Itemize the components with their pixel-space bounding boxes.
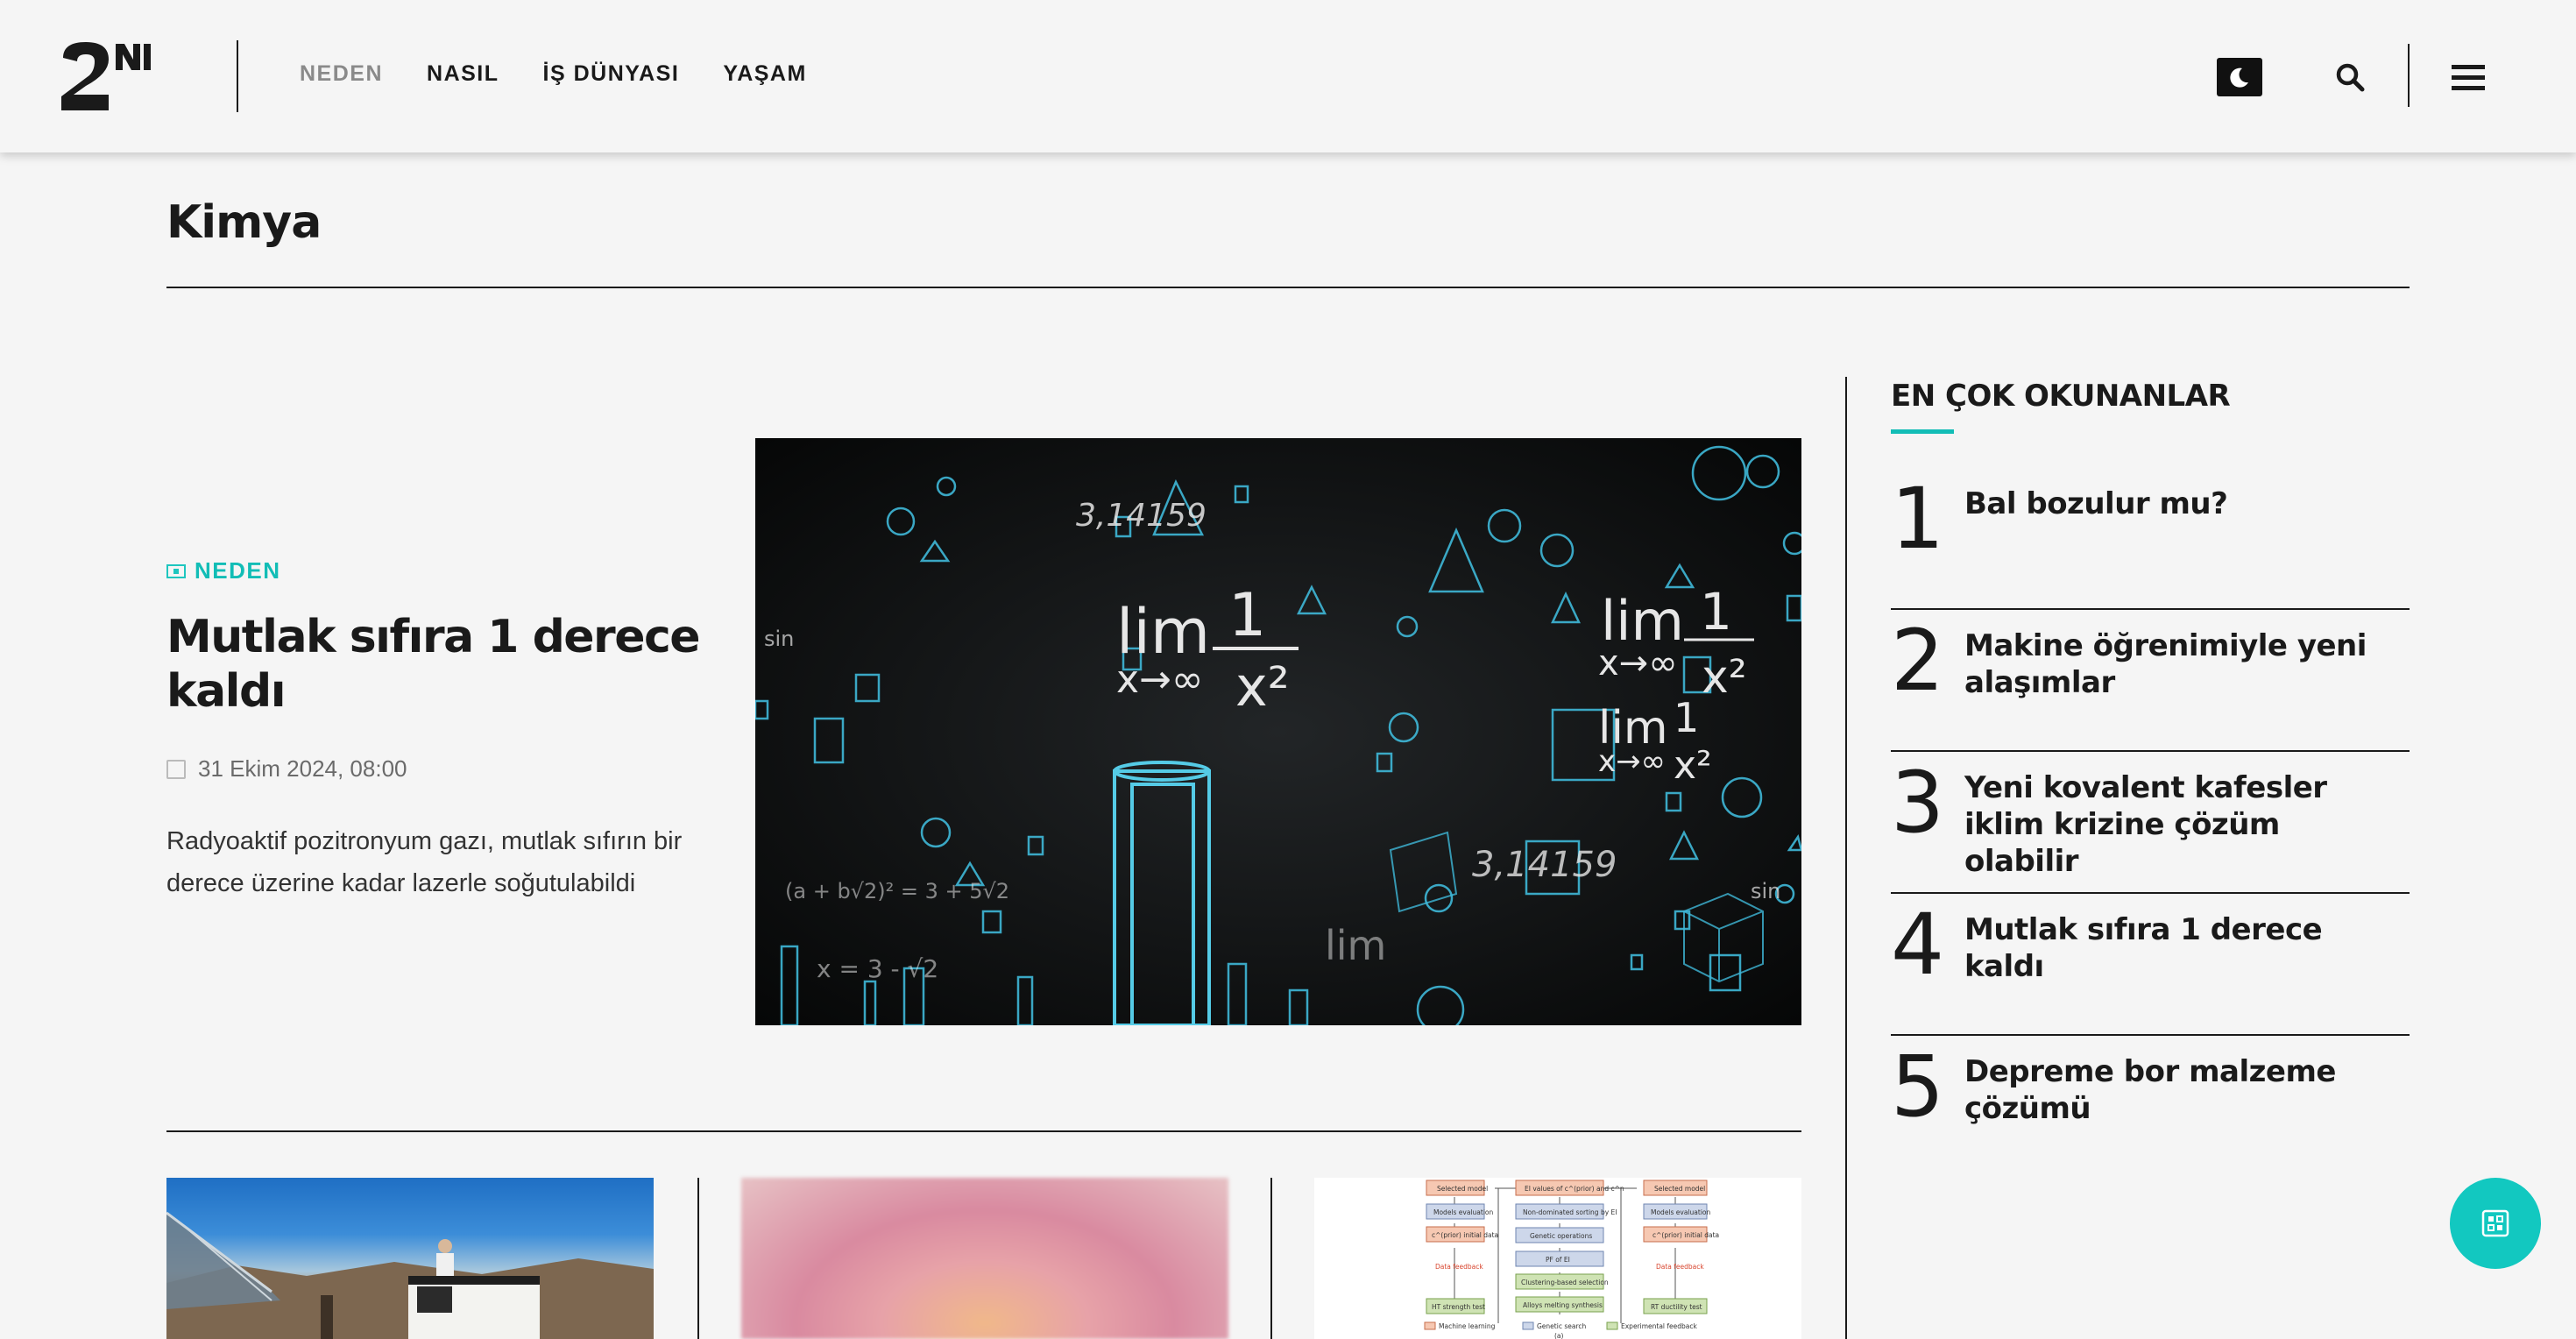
diagram-text: HT strength test xyxy=(1432,1303,1485,1311)
header-divider xyxy=(2408,44,2410,107)
popular-title: Makine öğrenimiyle yeni alaşımlar xyxy=(1964,628,2367,700)
card-divider xyxy=(1270,1178,1272,1339)
math-formula-illustration: lim 1 x→∞ x² lim 1 x→∞ x² lim 1 x→∞ x² 3… xyxy=(755,438,1801,1025)
diagram-text: Genetic operations xyxy=(1530,1232,1592,1240)
popular-item[interactable]: 1 Bal bozulur mu? xyxy=(1891,468,2410,610)
image-text-x-to-inf-2: x→∞ xyxy=(1598,643,1678,684)
diagram-text: Machine learning xyxy=(1439,1322,1496,1330)
category-icon xyxy=(166,563,186,578)
diagram-text: c^(prior) initial data xyxy=(1652,1231,1719,1239)
popular-rank: 2 xyxy=(1891,612,1944,710)
ml-flowchart: Selected model EI values of c^(prior) an… xyxy=(1424,1180,1719,1339)
calendar-icon xyxy=(166,759,186,779)
popular-item[interactable]: 5 Depreme bor malzeme çözümü xyxy=(1891,1036,2410,1178)
popular-title: Yeni kovalent kafesler iklim krizine çöz… xyxy=(1964,770,2327,879)
diagram-text: Models evaluation xyxy=(1433,1208,1494,1216)
solar-panel-photo xyxy=(166,1211,654,1339)
featured-category-label: NEDEN xyxy=(195,557,281,584)
search-button[interactable] xyxy=(2331,58,2369,96)
featured-excerpt: Radyoaktif pozitronyum gazı, mutlak sıfı… xyxy=(166,827,683,897)
popular-item[interactable]: 2 Makine öğrenimiyle yeni alaşımlar xyxy=(1891,610,2410,752)
hamburger-icon-line xyxy=(2452,85,2485,90)
popular-rank: 3 xyxy=(1891,754,1944,852)
image-text-sin: sin xyxy=(764,627,794,651)
sidebar-title: EN ÇOK OKUNANLAR xyxy=(1891,379,2231,414)
image-text-equation-a: (a + b√2)² = 3 + 5√2 xyxy=(785,879,1009,903)
main-nav: NEDEN NASIL İŞ DÜNYASI YAŞAM xyxy=(300,60,807,88)
popular-rank: 1 xyxy=(1891,470,1944,568)
image-text-one: 1 xyxy=(1228,581,1266,650)
diagram-text: Experimental feedback xyxy=(1621,1322,1698,1330)
sidebar-divider xyxy=(1845,377,1847,1339)
search-icon xyxy=(2336,63,2365,92)
diagram-text: Data feedback xyxy=(1435,1263,1483,1271)
image-text-lim-4: lim xyxy=(1325,922,1386,969)
article-card-image-blurred[interactable] xyxy=(741,1178,1228,1339)
image-text-pi: 3,14159 xyxy=(1076,498,1207,534)
image-text-one-2: 1 xyxy=(1700,582,1732,641)
article-card-image-solar[interactable] xyxy=(166,1178,654,1339)
diagram-text: c^(prior) initial data xyxy=(1432,1231,1498,1239)
site-header: NEDEN NASIL İŞ DÜNYASI YAŞAM xyxy=(0,0,2576,152)
diagram-text: RT ductility test xyxy=(1651,1303,1702,1311)
image-text-x-to-inf-3: x→∞ xyxy=(1598,744,1666,779)
menu-button[interactable] xyxy=(2452,58,2490,96)
featured-title[interactable]: Mutlak sıfıra 1 derece kaldı xyxy=(166,610,727,719)
popular-title: Bal bozulur mu? xyxy=(1964,486,2228,521)
card-divider xyxy=(697,1178,699,1339)
image-text-equation-b: x = 3 - √2 xyxy=(817,954,938,983)
image-text-x-squared-2: x² xyxy=(1702,651,1747,704)
logo-divider xyxy=(237,40,238,112)
diagram-text: Genetic search xyxy=(1537,1322,1586,1330)
diagram-text: PF of EI xyxy=(1546,1256,1570,1264)
featured-date-text: 31 Ekim 2024, 08:00 xyxy=(198,755,407,782)
image-text-one-3: 1 xyxy=(1674,694,1699,741)
diagram-text: Non-dominated sorting by EI xyxy=(1523,1208,1617,1216)
popular-item[interactable]: 3 Yeni kovalent kafesler iklim krizine ç… xyxy=(1891,752,2410,894)
site-logo[interactable] xyxy=(60,40,156,112)
image-text-x-squared-3: x² xyxy=(1674,743,1712,788)
diagram-text: Clustering-based selection xyxy=(1521,1279,1609,1286)
nav-item-is-dunyasi[interactable]: İŞ DÜNYASI xyxy=(543,60,680,88)
page-title: Kimya xyxy=(166,196,322,249)
image-text-x-to-inf: x→∞ xyxy=(1116,657,1204,702)
diagram-text: EI values of c^(prior) and c^n xyxy=(1525,1185,1624,1193)
diagram-text: Selected model xyxy=(1654,1185,1705,1193)
diagram-text: Selected model xyxy=(1437,1185,1488,1193)
image-text-x-squared: x² xyxy=(1235,655,1290,719)
hamburger-icon-line xyxy=(2452,74,2485,80)
featured-category[interactable]: NEDEN xyxy=(166,557,281,584)
image-text-sin-2: sin xyxy=(1751,879,1780,903)
hamburger-icon xyxy=(2452,64,2485,69)
accessibility-button[interactable] xyxy=(2450,1178,2541,1269)
nav-item-nasil[interactable]: NASIL xyxy=(427,60,499,88)
popular-rank: 4 xyxy=(1891,896,1944,994)
popular-item[interactable]: 4 Mutlak sıfıra 1 derece kaldı xyxy=(1891,894,2410,1036)
moon-icon xyxy=(2230,67,2248,88)
2n-logo xyxy=(61,42,151,110)
diagram-text: (a) xyxy=(1554,1332,1564,1339)
theme-toggle-button[interactable] xyxy=(2217,58,2262,96)
diagram-text: Alloys melting synthesis xyxy=(1523,1301,1603,1309)
image-text-pi-2: 3,14159 xyxy=(1472,845,1617,885)
nav-item-yasam[interactable]: YAŞAM xyxy=(723,60,807,88)
popular-rank: 5 xyxy=(1891,1038,1944,1136)
title-divider xyxy=(166,287,2410,288)
popular-title: Depreme bor malzeme çözümü xyxy=(1964,1054,2336,1126)
diagram-text: Data feedback xyxy=(1656,1263,1704,1271)
sidebar-title-accent xyxy=(1891,429,1954,434)
section-divider xyxy=(166,1130,1801,1132)
nav-item-neden[interactable]: NEDEN xyxy=(300,60,383,88)
diagram-text: Models evaluation xyxy=(1651,1208,1711,1216)
featured-date: 31 Ekim 2024, 08:00 xyxy=(166,755,407,783)
popular-title: Mutlak sıfıra 1 derece kaldı xyxy=(1964,912,2323,984)
featured-image[interactable]: lim 1 x→∞ x² lim 1 x→∞ x² lim 1 x→∞ x² 3… xyxy=(755,438,1801,1025)
accessibility-icon xyxy=(2481,1209,2509,1237)
article-card-image-diagram[interactable]: Selected model EI values of c^(prior) an… xyxy=(1314,1178,1801,1339)
